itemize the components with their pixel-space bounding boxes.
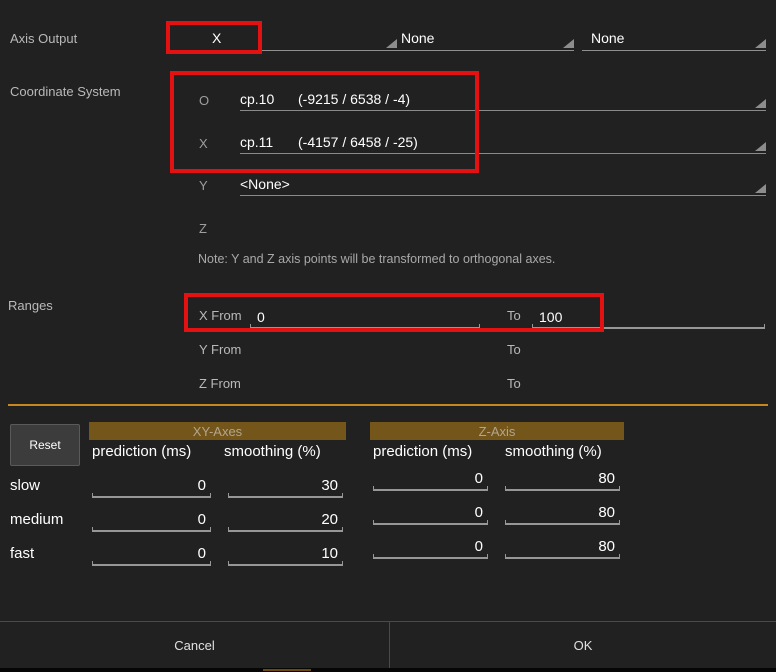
axis-output-spinner-3-value: None bbox=[591, 30, 624, 46]
row-label-fast: fast bbox=[10, 545, 34, 562]
coord-point-name: <None> bbox=[240, 176, 298, 192]
medium-z-smoothing-input[interactable]: 80 bbox=[505, 499, 620, 525]
axis-output-label: Axis Output bbox=[10, 31, 77, 46]
chevron-down-icon bbox=[755, 184, 766, 193]
slow-z-smoothing-input[interactable]: 80 bbox=[505, 465, 620, 491]
xy-smoothing-column-header: smoothing (%) bbox=[224, 443, 321, 460]
range-z-from-label: Z From bbox=[199, 376, 241, 391]
range-x-to-label: To bbox=[507, 308, 521, 323]
slow-z-smoothing-value: 80 bbox=[505, 470, 620, 491]
coord-row-x: X cp.11 (-4157 / 6458 / -25) bbox=[199, 131, 766, 154]
reset-button[interactable]: Reset bbox=[10, 424, 80, 466]
coord-point-name: cp.10 bbox=[240, 91, 298, 107]
range-x-to-value: 100 bbox=[532, 309, 765, 329]
bottom-edge-strip bbox=[0, 668, 776, 672]
medium-xy-smoothing-input[interactable]: 20 bbox=[228, 506, 343, 532]
range-x-from-input[interactable]: 0 bbox=[250, 305, 480, 329]
coord-axis-label: O bbox=[199, 93, 240, 111]
slow-z-prediction-input[interactable]: 0 bbox=[373, 465, 488, 491]
ok-button[interactable]: OK bbox=[390, 622, 776, 668]
row-label-medium: medium bbox=[10, 511, 63, 528]
section-divider bbox=[8, 404, 768, 406]
reset-button-label: Reset bbox=[29, 438, 60, 452]
medium-xy-prediction-input[interactable]: 0 bbox=[92, 506, 211, 532]
coord-point-spinner-z bbox=[240, 216, 766, 239]
range-y-from-label: Y From bbox=[199, 342, 241, 357]
slow-xy-smoothing-input[interactable]: 30 bbox=[228, 472, 343, 498]
ranges-label: Ranges bbox=[8, 298, 53, 313]
slow-xy-prediction-value: 0 bbox=[92, 477, 211, 498]
fast-z-smoothing-value: 80 bbox=[505, 538, 620, 559]
axis-output-spinner-3[interactable]: None bbox=[582, 25, 766, 51]
orthogonal-axes-note: Note: Y and Z axis points will be transf… bbox=[198, 252, 555, 266]
z-smoothing-column-header: smoothing (%) bbox=[505, 443, 602, 460]
medium-xy-smoothing-value: 20 bbox=[228, 511, 343, 532]
slow-xy-smoothing-value: 30 bbox=[228, 477, 343, 498]
medium-z-prediction-input[interactable]: 0 bbox=[373, 499, 488, 525]
z-axis-group-header: Z-Axis bbox=[370, 422, 624, 440]
coordinate-system-label: Coordinate System bbox=[10, 84, 121, 99]
coord-point-name: cp.11 bbox=[240, 134, 298, 150]
fast-z-prediction-value: 0 bbox=[373, 538, 488, 559]
row-label-slow: slow bbox=[10, 477, 40, 494]
xy-axes-group-header: XY-Axes bbox=[89, 422, 346, 440]
coord-point-spinner-y[interactable]: <None> bbox=[240, 173, 766, 196]
slow-z-prediction-value: 0 bbox=[373, 470, 488, 491]
range-z-to-label: To bbox=[507, 376, 521, 391]
fast-z-smoothing-input[interactable]: 80 bbox=[505, 533, 620, 559]
fast-xy-prediction-input[interactable]: 0 bbox=[92, 540, 211, 566]
slow-xy-prediction-input[interactable]: 0 bbox=[92, 472, 211, 498]
range-x-to-input[interactable]: 100 bbox=[532, 305, 765, 329]
chevron-down-icon bbox=[755, 39, 766, 48]
coord-axis-label: X bbox=[199, 136, 240, 154]
coord-row-o: O cp.10 (-9215 / 6538 / -4) bbox=[199, 88, 766, 111]
ok-button-label: OK bbox=[574, 638, 593, 653]
fast-xy-prediction-value: 0 bbox=[92, 545, 211, 566]
chevron-down-icon bbox=[755, 142, 766, 151]
fast-xy-smoothing-value: 10 bbox=[228, 545, 343, 566]
axis-output-spinner-2[interactable]: None bbox=[392, 25, 574, 51]
xy-prediction-column-header: prediction (ms) bbox=[92, 443, 191, 460]
range-x-from-value: 0 bbox=[250, 309, 480, 329]
medium-z-smoothing-value: 80 bbox=[505, 504, 620, 525]
coord-axis-label: Y bbox=[199, 178, 240, 196]
coord-point-spinner-o[interactable]: cp.10 (-9215 / 6538 / -4) bbox=[240, 88, 766, 111]
chevron-down-icon bbox=[563, 39, 574, 48]
range-x-from-label: X From bbox=[199, 308, 242, 323]
coord-point-spinner-x[interactable]: cp.11 (-4157 / 6458 / -25) bbox=[240, 131, 766, 154]
axis-output-spinner-1[interactable]: X bbox=[203, 25, 397, 51]
bottom-edge-accent bbox=[263, 669, 311, 671]
z-prediction-column-header: prediction (ms) bbox=[373, 443, 472, 460]
medium-z-prediction-value: 0 bbox=[373, 504, 488, 525]
coord-axis-label: Z bbox=[199, 221, 240, 239]
cancel-button[interactable]: Cancel bbox=[0, 622, 389, 668]
coord-point-coords: (-9215 / 6538 / -4) bbox=[298, 91, 410, 107]
medium-xy-prediction-value: 0 bbox=[92, 511, 211, 532]
coord-point-coords: (-4157 / 6458 / -25) bbox=[298, 134, 418, 150]
fast-z-prediction-input[interactable]: 0 bbox=[373, 533, 488, 559]
fast-xy-smoothing-input[interactable]: 10 bbox=[228, 540, 343, 566]
range-y-to-label: To bbox=[507, 342, 521, 357]
highlight-box-coordinate-points bbox=[170, 71, 479, 173]
coord-row-y: Y <None> bbox=[199, 173, 766, 196]
coord-row-z: Z bbox=[199, 216, 766, 239]
axis-settings-dialog: Axis Output X None None Coordinate Syste… bbox=[0, 0, 776, 672]
axis-output-spinner-2-value: None bbox=[401, 30, 434, 46]
cancel-button-label: Cancel bbox=[174, 638, 214, 653]
axis-output-spinner-1-value: X bbox=[212, 30, 221, 46]
chevron-down-icon bbox=[755, 99, 766, 108]
